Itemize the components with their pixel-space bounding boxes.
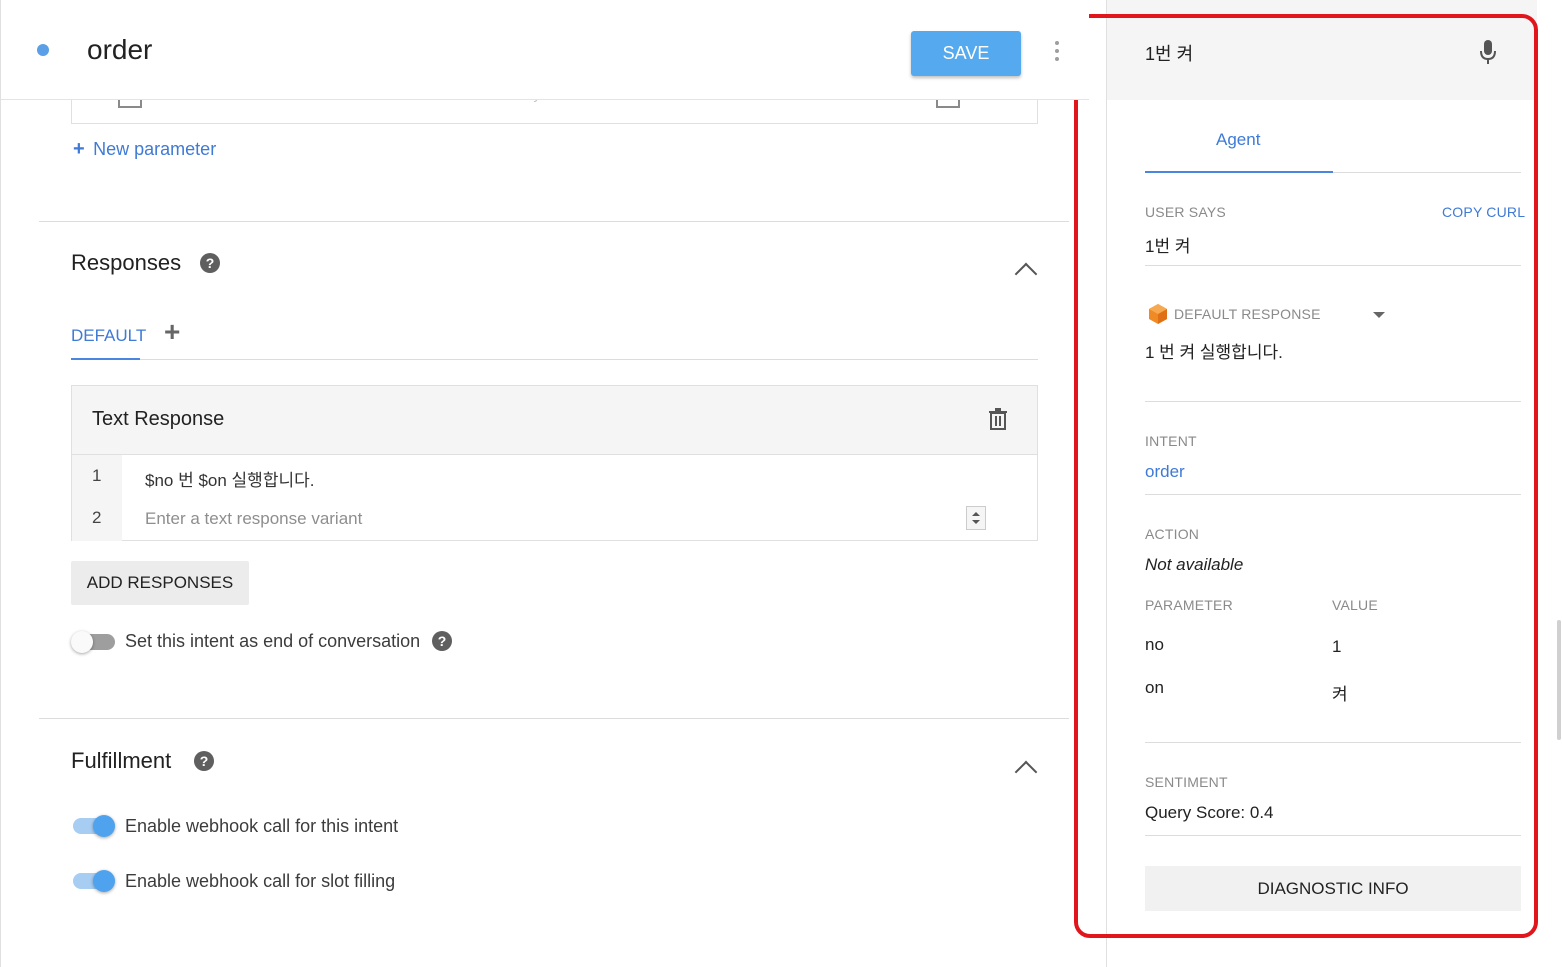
copy-curl-button[interactable]: COPY CURL	[1442, 204, 1525, 220]
user-says-label: USER SAYS	[1145, 204, 1226, 220]
scrollbar-track[interactable]	[1556, 0, 1562, 967]
intent-editor: Enter name Enter entity + New parameter …	[0, 0, 1089, 967]
scrollbar-thumb[interactable]	[1557, 620, 1561, 740]
trash-icon[interactable]	[988, 408, 1008, 430]
tab-default-underline	[71, 358, 140, 360]
responses-title: Responses	[71, 250, 182, 275]
default-response-label: DEFAULT RESPONSE	[1174, 306, 1321, 322]
tab-default[interactable]: DEFAULT	[71, 326, 146, 346]
divider	[1145, 494, 1521, 495]
row-number: 1	[92, 466, 102, 485]
intent-name[interactable]: order	[87, 34, 152, 66]
sentiment-value: Query Score: 0.4	[1145, 803, 1274, 822]
plus-icon: +	[73, 138, 85, 160]
help-icon[interactable]: ?	[200, 253, 220, 273]
section-divider	[39, 718, 1069, 719]
sentiment-label: SENTIMENT	[1145, 774, 1228, 790]
add-language-icon[interactable]: +	[164, 316, 180, 348]
value-column-header: VALUE	[1332, 597, 1378, 613]
spinner-icon[interactable]	[966, 506, 986, 530]
param-name: no	[1145, 635, 1164, 654]
fulfillment-title: Fulfillment	[71, 748, 172, 773]
divider	[1145, 742, 1521, 743]
diagnostic-info-button[interactable]: DIAGNOSTIC INFO	[1145, 866, 1521, 911]
save-button[interactable]: SAVE	[911, 31, 1021, 76]
new-parameter-link[interactable]: + New parameter	[73, 138, 216, 161]
action-value: Not available	[1145, 555, 1244, 574]
tab-rule	[71, 359, 1038, 360]
param-value: 1	[1332, 637, 1342, 656]
collapse-fulfillment-icon[interactable]	[1014, 760, 1038, 784]
response-variant-input[interactable]: Enter a text response variant	[145, 509, 362, 529]
slot-filling-label: Enable webhook call for slot filling	[125, 871, 396, 891]
param-value: 켜	[1332, 685, 1348, 704]
collapse-responses-icon[interactable]	[1014, 262, 1038, 286]
more-vert-icon[interactable]	[1055, 41, 1059, 65]
agent-cube-icon	[1149, 304, 1167, 324]
microphone-icon[interactable]	[1479, 39, 1497, 65]
intent-status-dot	[37, 44, 49, 56]
card-header: Text Response	[72, 386, 1037, 455]
tab-agent-underline	[1145, 171, 1333, 173]
slot-filling-toggle[interactable]	[71, 869, 121, 893]
divider	[1145, 401, 1521, 402]
query-input[interactable]: 1번 켜	[1145, 40, 1193, 66]
add-responses-button[interactable]: ADD RESPONSES	[71, 561, 249, 605]
webhook-toggle[interactable]	[71, 814, 121, 838]
text-response-card: Text Response 1 $no 번 $on 실행합니다. 2 Enter…	[71, 385, 1038, 541]
action-label: ACTION	[1145, 526, 1200, 542]
parameter-column-header: PARAMETER	[1145, 597, 1233, 613]
intent-link[interactable]: order	[1145, 462, 1185, 482]
dropdown-arrow-icon[interactable]	[1373, 312, 1385, 318]
tab-agent[interactable]: Agent	[1216, 130, 1260, 150]
user-says-value: 1번 켜	[1145, 237, 1191, 256]
default-response-value: 1 번 켜 실행합니다.	[1145, 343, 1283, 362]
test-console: 1번 켜 Agent USER SAYS COPY CURL 1번 켜 DEFA…	[1106, 0, 1537, 967]
help-icon[interactable]: ?	[432, 631, 452, 651]
section-divider	[39, 221, 1069, 222]
divider	[1145, 265, 1521, 266]
row-number: 2	[92, 508, 102, 527]
end-conversation-toggle[interactable]	[71, 630, 121, 654]
response-text[interactable]: $no 번 $on 실행합니다.	[145, 466, 314, 491]
card-title: Text Response	[92, 408, 225, 430]
toggle-knob	[93, 815, 115, 837]
toggle-knob	[93, 870, 115, 892]
help-icon[interactable]: ?	[194, 751, 214, 771]
param-name: on	[1145, 678, 1164, 697]
end-conversation-label: Set this intent as end of conversation	[125, 631, 421, 651]
divider	[1145, 835, 1521, 836]
toggle-knob	[71, 631, 93, 653]
intent-header: order SAVE	[1, 0, 1089, 100]
intent-label: INTENT	[1145, 433, 1197, 449]
webhook-label: Enable webhook call for this intent	[125, 816, 399, 836]
query-bar: 1번 켜	[1107, 0, 1537, 100]
